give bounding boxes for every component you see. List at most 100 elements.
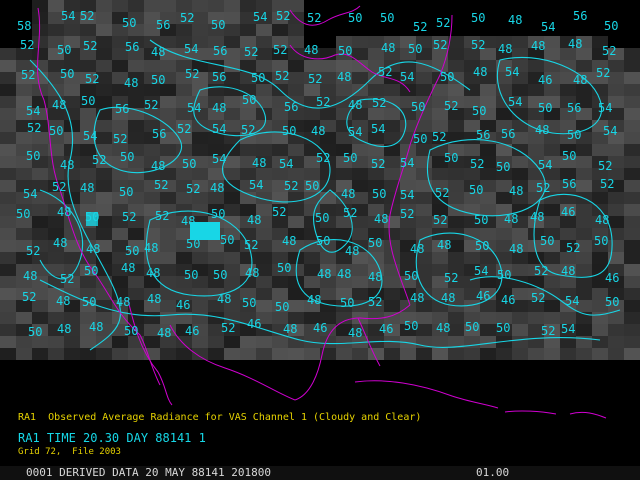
satellite-radiance-map[interactable]: 58 54 52 50 56 52 50 54 52 52 50 50 52 52 50 48 54 56 50 52… [0, 0, 640, 480]
contour-label: 46 [176, 298, 190, 312]
contour-label: 50 [122, 16, 136, 30]
contour-label: 48 [441, 291, 455, 305]
grid-file-caption: Grid 72, File 2003 [18, 447, 121, 457]
contour-label: 54 [23, 187, 37, 201]
contour-label: 50 [211, 207, 225, 221]
contour-label: 56 [156, 18, 170, 32]
contour-label: 56 [115, 102, 129, 116]
contour-label: 54 [400, 70, 414, 84]
contour-label: 50 [380, 11, 394, 25]
contour-label: 48 [508, 13, 522, 27]
contour-label: 54 [212, 152, 226, 166]
contour-label: 52 [531, 291, 545, 305]
contour-label: 50 [60, 67, 74, 81]
contour-label: 48 [157, 326, 171, 340]
contour-label: 50 [348, 11, 362, 25]
contour-label: 50 [472, 104, 486, 118]
contour-label: 50 [49, 124, 63, 138]
contour-label: 50 [411, 100, 425, 114]
contour-label: 50 [404, 319, 418, 333]
contour-label: 52 [26, 244, 40, 258]
contour-label: 50 [315, 211, 329, 225]
contour-label: 50 [408, 42, 422, 56]
contour-label: 52 [378, 65, 392, 79]
contour-label: 52 [154, 178, 168, 192]
contour-label: 50 [316, 234, 330, 248]
contour-label: 52 [471, 38, 485, 52]
contour-label: 48 [89, 320, 103, 334]
contour-label: 52 [371, 157, 385, 171]
contour-label: 54 [541, 20, 555, 34]
contour-label: 48 [146, 266, 160, 280]
contour-label: 48 [348, 326, 362, 340]
contour-label: 48 [535, 123, 549, 137]
islands-outline [504, 410, 607, 419]
contour-label: 52 [177, 122, 191, 136]
contour-label: 50 [605, 295, 619, 309]
contour-label: 52 [596, 66, 610, 80]
contour-label: 50 [282, 124, 296, 138]
status-text: 0001 DERIVED DATA 20 MAY 88141 201800 [26, 466, 272, 479]
contour-label: 52 [144, 98, 158, 112]
contour-label: 48 [337, 70, 351, 84]
contour-label: 48 [348, 98, 362, 112]
contour-label: 54 [371, 122, 385, 136]
contour-label: 48 [374, 212, 388, 226]
contour-label: 48 [210, 181, 224, 195]
contour-label: 46 [247, 317, 261, 331]
contour-label: 52 [22, 290, 36, 304]
contour-label: 52 [444, 99, 458, 113]
contour-label: 54 [253, 10, 267, 24]
contour-label: 50 [338, 44, 352, 58]
contour-label: 50 [277, 261, 291, 275]
contour-label: 52 [598, 159, 612, 173]
contour-label: 48 [509, 184, 523, 198]
contour-label: 50 [540, 234, 554, 248]
contour-label: 48 [60, 158, 74, 172]
contour-label: 48 [245, 266, 259, 280]
contour-label: 50 [213, 268, 227, 282]
contour-label: 48 [410, 242, 424, 256]
contour-label: 50 [475, 239, 489, 253]
contour-label: 52 [80, 9, 94, 23]
contour-label: 50 [440, 70, 454, 84]
contour-label: 48 [531, 39, 545, 53]
contour-label: 54 [184, 42, 198, 56]
contour-label: 52 [273, 43, 287, 57]
contour-label: 50 [124, 324, 138, 338]
bright-cloud-marker [190, 222, 220, 240]
contour-label: 48 [151, 159, 165, 173]
contour-label: 48 [53, 236, 67, 250]
contour-label: 48 [151, 45, 165, 59]
contour-label: 52 [600, 177, 614, 191]
contour-label: 54 [538, 158, 552, 172]
contour-label: 50 [26, 149, 40, 163]
contour-label: 50 [242, 93, 256, 107]
contour-label: 52 [436, 16, 450, 30]
contour-label: 46 [538, 73, 552, 87]
contour-label: 48 [530, 210, 544, 224]
contour-label: 50 [182, 157, 196, 171]
contour-label: 50 [469, 183, 483, 197]
contour-label: 52 [60, 272, 74, 286]
contour-label: 54 [400, 188, 414, 202]
contour-label: 54 [249, 178, 263, 192]
contour-label: 48 [473, 65, 487, 79]
contour-label: 52 [566, 241, 580, 255]
bright-cloud-marker [86, 212, 98, 226]
contour-label: 54 [474, 264, 488, 278]
contour-label: 48 [217, 292, 231, 306]
contour-label: 50 [567, 128, 581, 142]
contour-label: 48 [381, 41, 395, 55]
contour-label: 50 [404, 269, 418, 283]
contour-label: 52 [21, 68, 35, 82]
contour-label: 52 [536, 181, 550, 195]
contour-label: 52 [85, 72, 99, 86]
contour-label: 50 [84, 264, 98, 278]
contour-label: 50 [28, 325, 42, 339]
contour-label: 50 [251, 71, 265, 85]
contour-label: 50 [496, 321, 510, 335]
contour-label: 54 [348, 125, 362, 139]
contour-label: 50 [368, 236, 382, 250]
contour-label: 50 [413, 132, 427, 146]
